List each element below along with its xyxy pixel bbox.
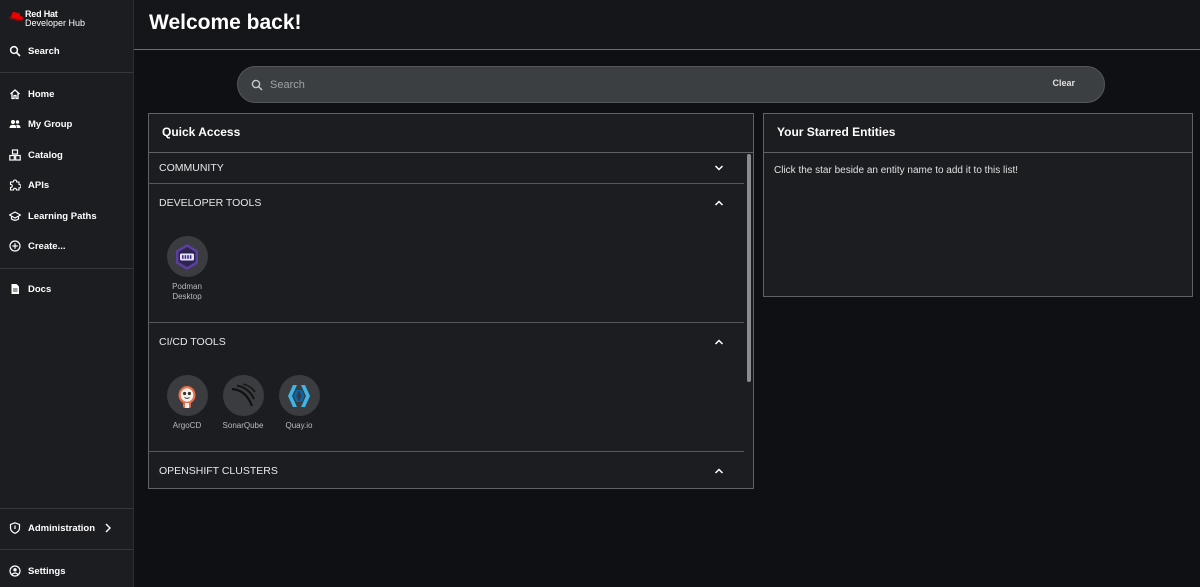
chevron-up-icon: [714, 468, 724, 474]
page-title: Welcome back!: [149, 11, 302, 34]
search-icon: [251, 79, 263, 91]
scrollbar-thumb[interactable]: [747, 154, 751, 382]
sidebar-item-home[interactable]: Home: [0, 81, 133, 107]
logo-product-text: Developer Hub: [25, 18, 86, 28]
account-circle-icon: [9, 565, 21, 577]
sidebar-item-label: Create...: [28, 240, 66, 252]
sidebar-item-apis[interactable]: APIs: [0, 172, 133, 198]
sidebar-item-label: Search: [28, 45, 60, 57]
sidebar-item-label: Catalog: [28, 149, 63, 161]
chevron-up-icon: [714, 200, 724, 206]
search-icon: [9, 45, 21, 57]
search-bar: Clear: [237, 66, 1105, 103]
red-hat-logo[interactable]: Red Hat Developer Hub: [8, 10, 85, 28]
podman-icon: [166, 236, 208, 277]
sidebar-divider: [0, 72, 133, 73]
argocd-icon: [166, 375, 208, 416]
quick-access-title: Quick Access: [162, 125, 241, 139]
quick-access-tile-sonarqube[interactable]: SonarQube: [213, 375, 273, 431]
sidebar-divider: [0, 549, 133, 550]
red-hat-icon: [8, 11, 24, 21]
chevron-down-icon: [714, 165, 724, 171]
sidebar-divider: [0, 508, 133, 509]
section-cicd-tools-header[interactable]: CI/CD TOOLS: [149, 327, 744, 357]
clear-button[interactable]: Clear: [1052, 78, 1075, 88]
quick-access-tile-quay[interactable]: Quay.io: [269, 375, 329, 431]
section-divider: [149, 183, 744, 184]
home-icon: [9, 88, 21, 100]
sidebar-item-label: Administration: [28, 522, 96, 534]
sidebar-item-label: Home: [28, 88, 55, 100]
puzzle-icon: [9, 179, 21, 191]
section-divider: [149, 451, 744, 452]
quay-icon: [278, 375, 320, 416]
shield-icon: [9, 522, 21, 534]
section-openshift-clusters-header[interactable]: OPENSHIFT CLUSTERS: [149, 456, 744, 486]
school-icon: [9, 210, 21, 222]
sidebar-item-label: APIs: [28, 179, 50, 191]
document-icon: [9, 283, 21, 295]
section-label: OPENSHIFT CLUSTERS: [159, 465, 278, 477]
chevron-up-icon: [714, 339, 724, 345]
group-icon: [9, 118, 21, 130]
sidebar-item-settings[interactable]: Settings: [0, 558, 133, 584]
sidebar-item-label: Settings: [28, 565, 66, 577]
tile-label: SonarQube: [222, 421, 264, 430]
section-label: DEVELOPER TOOLS: [159, 197, 262, 209]
sidebar: Red Hat Developer Hub Search Home My Gro…: [0, 0, 134, 587]
section-developer-tools-header[interactable]: DEVELOPER TOOLS: [149, 188, 744, 218]
card-divider: [764, 152, 1192, 153]
tile-label: ArgoCD: [172, 421, 202, 430]
sidebar-item-search[interactable]: Search: [0, 38, 133, 64]
chevron-right-icon: [105, 523, 111, 533]
sidebar-item-label: Learning Paths: [28, 210, 97, 222]
starred-entities-card: Your Starred Entities Click the star bes…: [763, 113, 1193, 297]
section-label: CI/CD TOOLS: [159, 336, 226, 348]
quick-access-card: Quick Access COMMUNITY DEVELOPER TOOLS P…: [148, 113, 754, 489]
sidebar-item-catalog[interactable]: Catalog: [0, 142, 133, 168]
sonarqube-icon: [222, 375, 264, 416]
sidebar-item-my-group[interactable]: My Group: [0, 111, 133, 137]
sidebar-item-label: My Group: [28, 118, 73, 130]
sidebar-item-learning-paths[interactable]: Learning Paths: [0, 203, 133, 229]
catalog-icon: [9, 149, 21, 161]
section-label: COMMUNITY: [159, 162, 224, 174]
add-circle-icon: [9, 240, 21, 252]
section-community-header[interactable]: COMMUNITY: [149, 153, 744, 183]
sidebar-item-docs[interactable]: Docs: [0, 276, 133, 302]
search-input[interactable]: [270, 74, 1030, 96]
section-divider: [149, 322, 744, 323]
starred-entities-title: Your Starred Entities: [777, 125, 896, 139]
sidebar-item-administration[interactable]: Administration: [0, 515, 133, 541]
page-header: Welcome back!: [134, 0, 1200, 50]
tile-label: Podman Desktop: [172, 282, 202, 301]
sidebar-item-create[interactable]: Create...: [0, 233, 133, 259]
quick-access-tile-argocd[interactable]: ArgoCD: [157, 375, 217, 431]
starred-empty-message: Click the star beside an entity name to …: [774, 165, 1019, 176]
sidebar-item-label: Docs: [28, 283, 52, 295]
quick-access-tile-podman-desktop[interactable]: Podman Desktop: [157, 236, 217, 302]
sidebar-divider: [0, 268, 133, 269]
tile-label: Quay.io: [285, 421, 313, 430]
